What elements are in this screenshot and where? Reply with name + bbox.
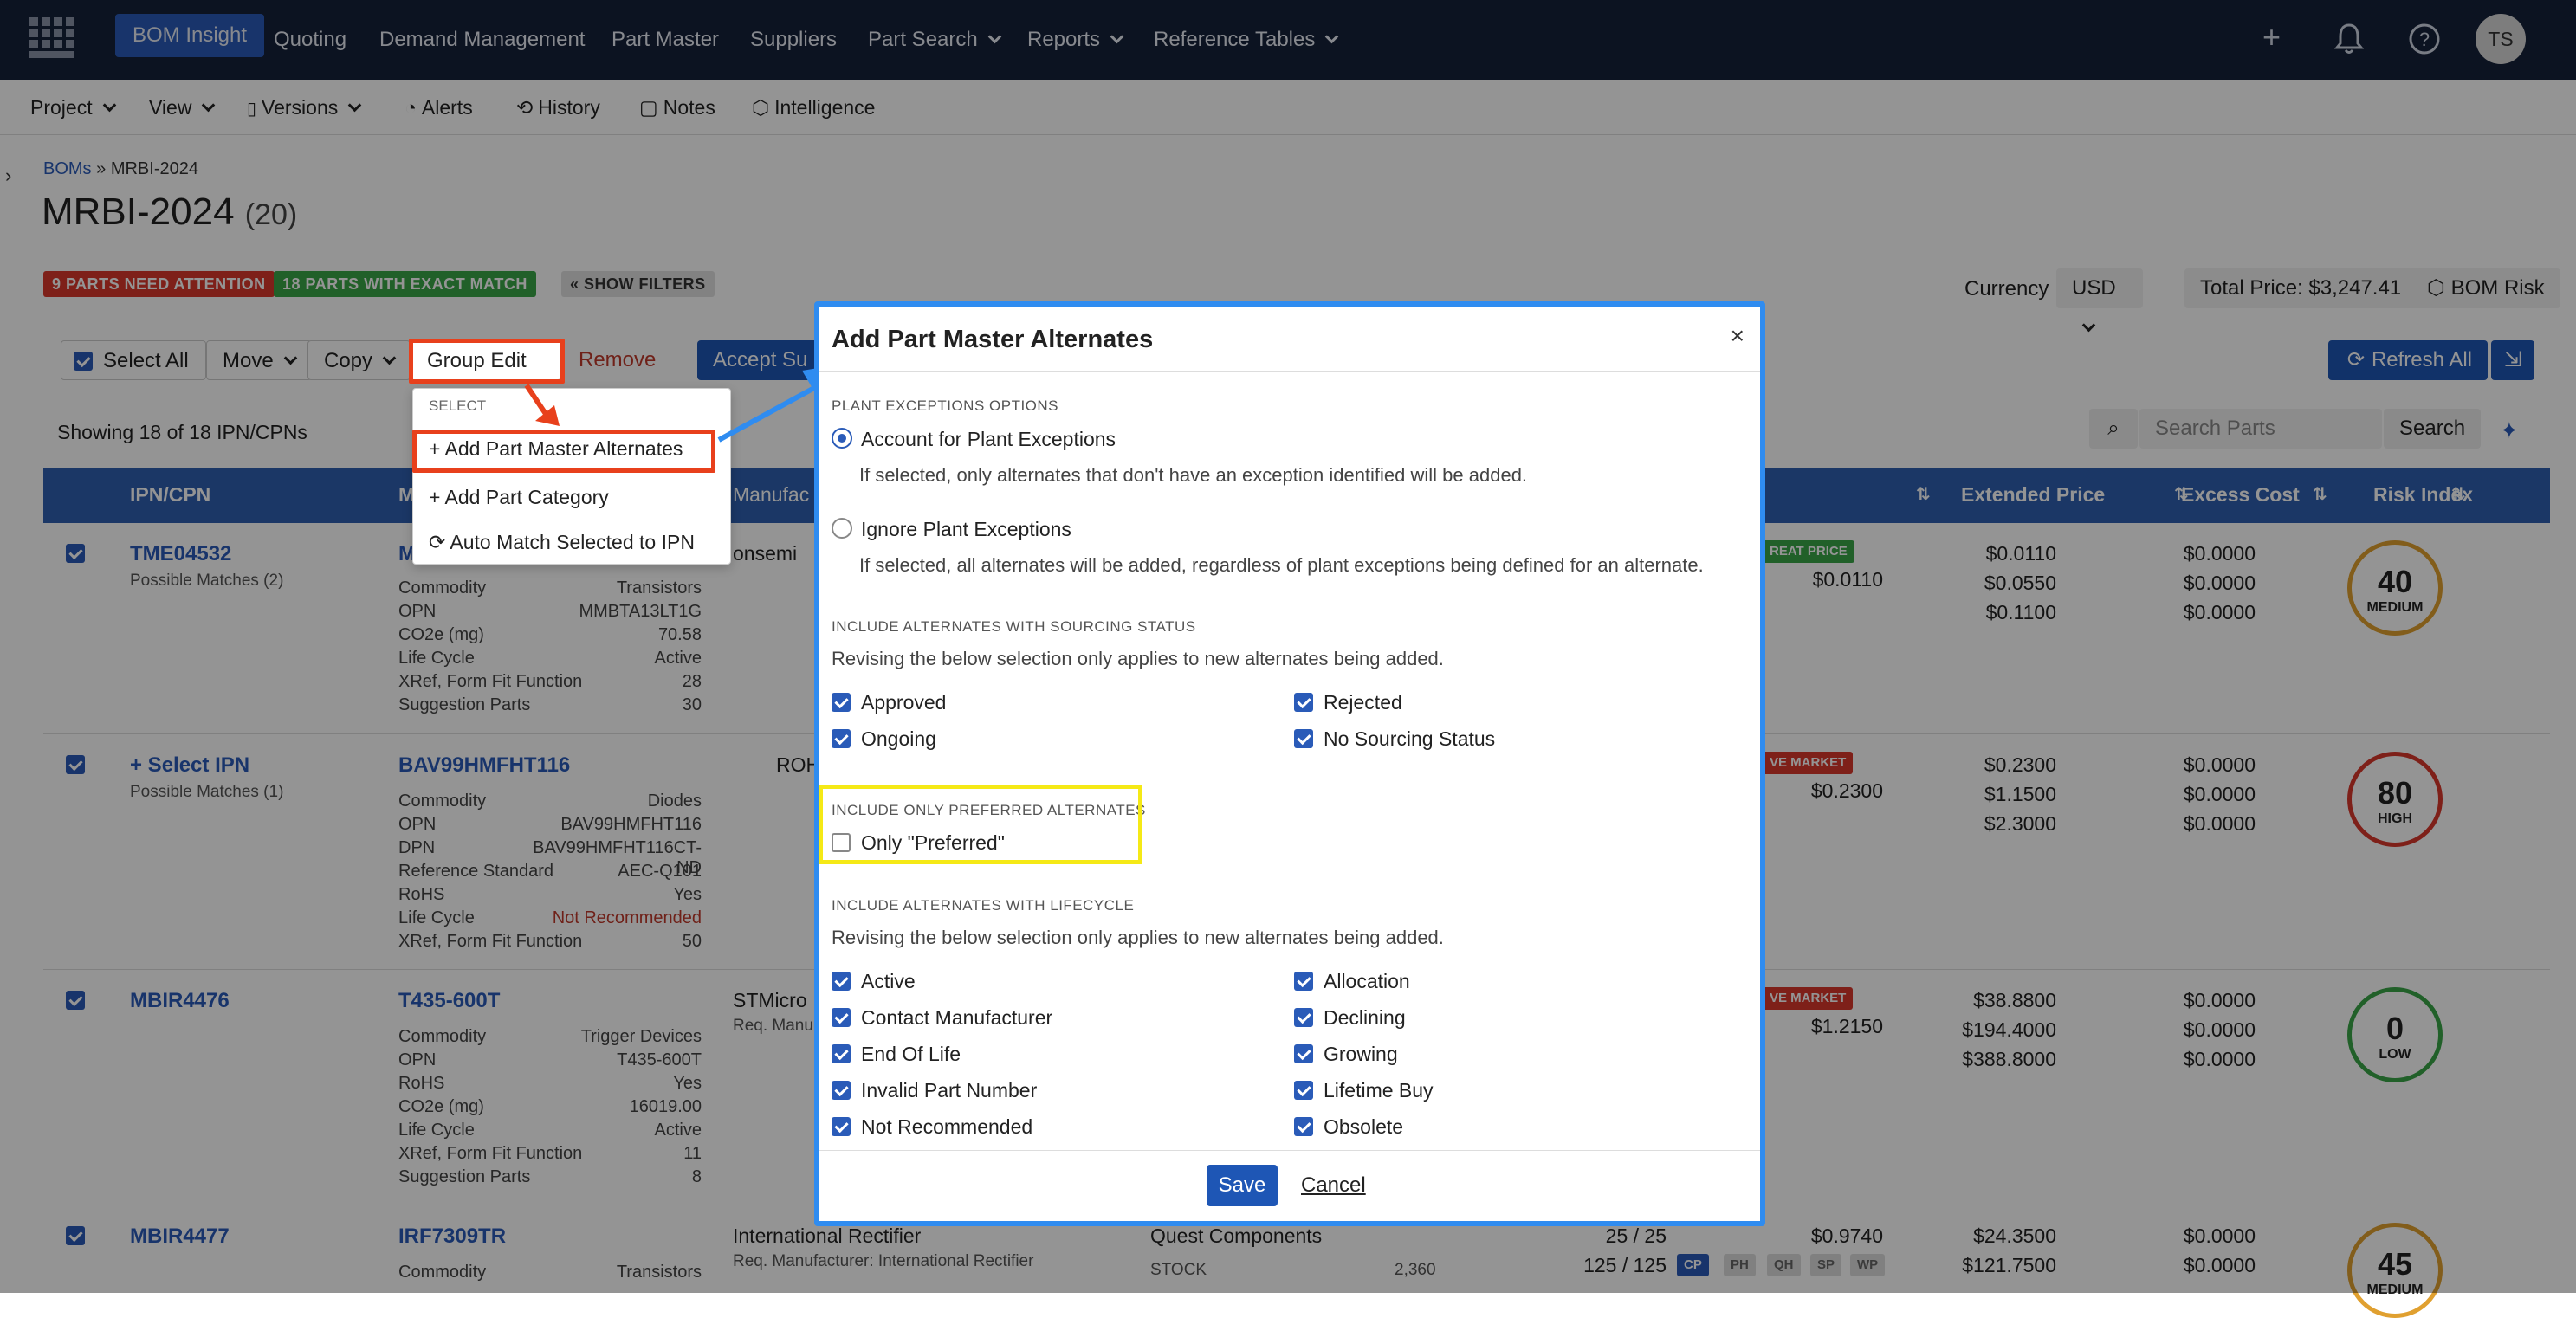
label-no-sourcing-status[interactable]: No Sourcing Status [1324, 727, 1495, 751]
save-button[interactable]: Save [1207, 1165, 1278, 1206]
label-contact-manufacturer[interactable]: Contact Manufacturer [861, 1006, 1052, 1030]
checkbox-end-of-life[interactable] [832, 1044, 851, 1063]
modal-header: Add Part Master Alternates × [819, 307, 1760, 372]
label-not-recommended[interactable]: Not Recommended [861, 1115, 1032, 1139]
label-ongoing[interactable]: Ongoing [861, 727, 936, 751]
label-active[interactable]: Active [861, 970, 916, 993]
sourcing-desc: Revising the below selection only applie… [832, 648, 1444, 669]
highlight-preferred [819, 785, 1142, 864]
checkbox-no-sourcing-status[interactable] [1294, 729, 1313, 748]
checkbox-declining[interactable] [1294, 1008, 1313, 1027]
checkbox-active[interactable] [832, 972, 851, 991]
checkbox-ongoing[interactable] [832, 729, 851, 748]
label-rejected[interactable]: Rejected [1324, 691, 1402, 714]
checkbox-lifetime-buy[interactable] [1294, 1081, 1313, 1100]
label-approved[interactable]: Approved [861, 691, 946, 714]
checkbox-invalid-part-number[interactable] [832, 1081, 851, 1100]
modal-footer: Save Cancel [819, 1150, 1760, 1221]
modal-title: Add Part Master Alternates [832, 326, 1154, 353]
checkbox-rejected[interactable] [1294, 693, 1313, 712]
radio-account-plant-exceptions[interactable] [832, 428, 852, 449]
close-icon[interactable]: × [1731, 322, 1744, 350]
lifecycle-desc: Revising the below selection only applie… [832, 927, 1444, 948]
checkbox-obsolete[interactable] [1294, 1117, 1313, 1136]
checkbox-allocation[interactable] [1294, 972, 1313, 991]
desc-ignore-plant-exceptions: If selected, all alternates will be adde… [859, 554, 1704, 576]
label-lifetime-buy[interactable]: Lifetime Buy [1324, 1079, 1434, 1102]
section-plant-exceptions: PLANT EXCEPTIONS OPTIONS [832, 397, 1059, 414]
section-lifecycle: INCLUDE ALTERNATES WITH LIFECYCLE [832, 897, 1135, 914]
radio-ignore-plant-exceptions[interactable] [832, 518, 852, 539]
label-growing[interactable]: Growing [1324, 1043, 1398, 1066]
label-invalid-part-number[interactable]: Invalid Part Number [861, 1079, 1037, 1102]
checkbox-contact-manufacturer[interactable] [832, 1008, 851, 1027]
checkbox-approved[interactable] [832, 693, 851, 712]
label-obsolete[interactable]: Obsolete [1324, 1115, 1403, 1139]
label-end-of-life[interactable]: End Of Life [861, 1043, 961, 1066]
label-declining[interactable]: Declining [1324, 1006, 1406, 1030]
add-alternates-modal: Add Part Master Alternates × PLANT EXCEP… [814, 301, 1765, 1226]
checkbox-not-recommended[interactable] [832, 1117, 851, 1136]
label-ignore-plant-exceptions[interactable]: Ignore Plant Exceptions [861, 518, 1071, 541]
label-account-plant-exceptions[interactable]: Account for Plant Exceptions [861, 428, 1116, 451]
desc-account-plant-exceptions: If selected, only alternates that don't … [859, 464, 1528, 486]
section-sourcing-status: INCLUDE ALTERNATES WITH SOURCING STATUS [832, 618, 1196, 635]
checkbox-growing[interactable] [1294, 1044, 1313, 1063]
cancel-button[interactable]: Cancel [1301, 1173, 1366, 1198]
label-allocation[interactable]: Allocation [1324, 970, 1410, 993]
